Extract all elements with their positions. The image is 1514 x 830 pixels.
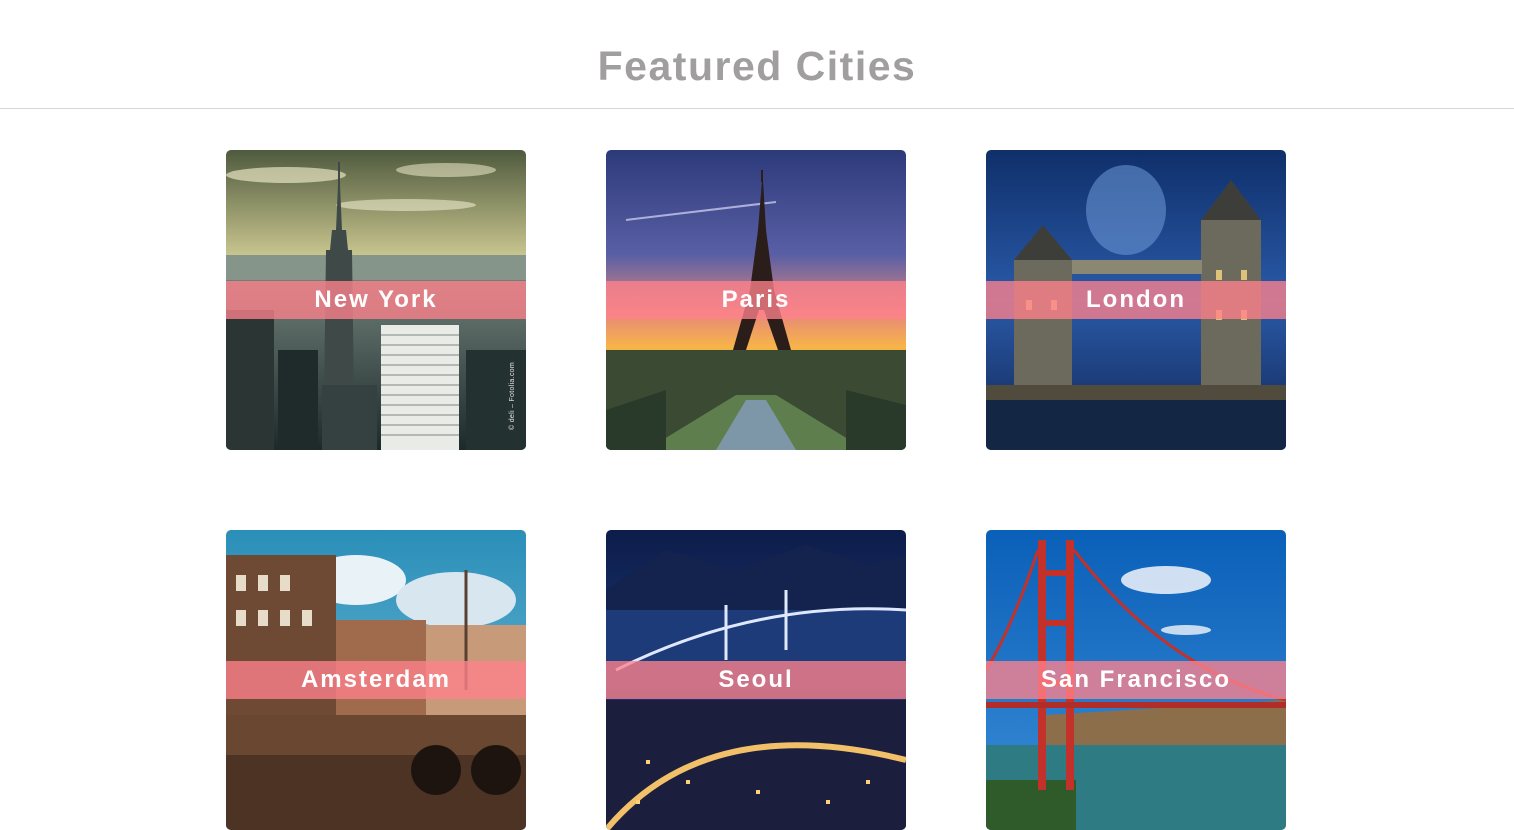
city-card-amsterdam[interactable]: Amsterdam <box>226 530 526 830</box>
city-card-london[interactable]: London <box>986 150 1286 450</box>
photo-credit: © deli – Fotolia.com <box>509 362 516 430</box>
city-card-paris[interactable]: Paris <box>606 150 906 450</box>
city-name: Paris <box>721 286 791 313</box>
page-title: Featured Cities <box>597 43 917 89</box>
city-card-seoul[interactable]: Seoul <box>606 530 906 830</box>
page-header: Featured Cities <box>0 0 1514 109</box>
city-card-san-francisco[interactable]: San Francisco <box>986 530 1286 830</box>
city-name: Seoul <box>718 666 794 693</box>
city-name: Amsterdam <box>300 666 452 693</box>
city-name: San Francisco <box>1040 666 1232 693</box>
city-card-new-york[interactable]: New York © deli – Fotolia.com <box>226 150 526 450</box>
city-name: New York <box>314 286 438 313</box>
city-name: London <box>1086 286 1186 313</box>
